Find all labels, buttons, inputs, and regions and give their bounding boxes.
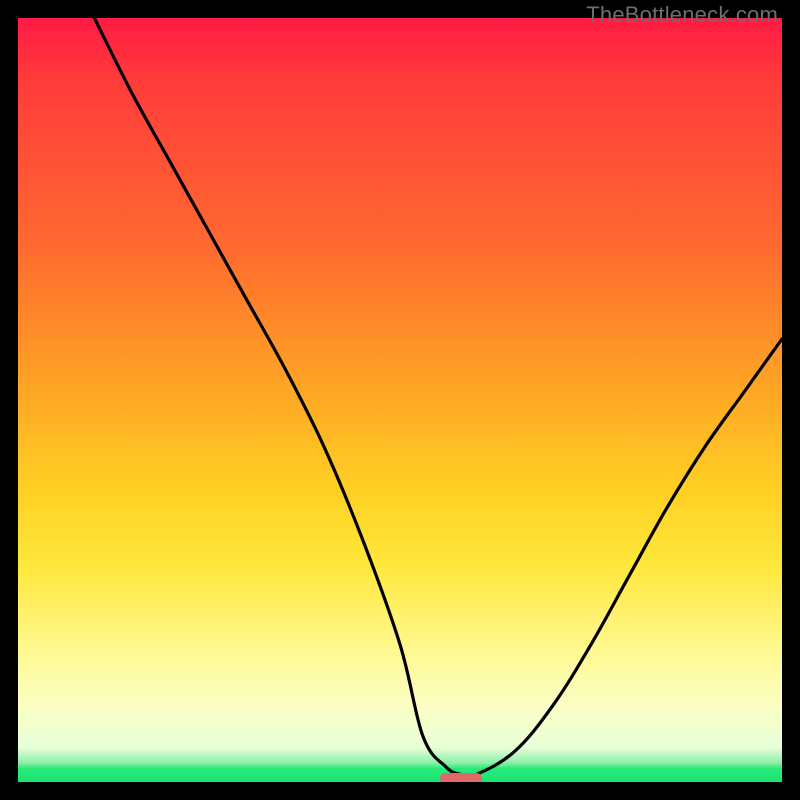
chart-frame: TheBottleneck.com xyxy=(0,0,800,800)
plot-area xyxy=(18,18,782,782)
curve-path xyxy=(94,18,782,777)
bottleneck-curve xyxy=(18,18,782,782)
minimum-marker xyxy=(440,773,482,782)
watermark-text: TheBottleneck.com xyxy=(586,2,778,28)
